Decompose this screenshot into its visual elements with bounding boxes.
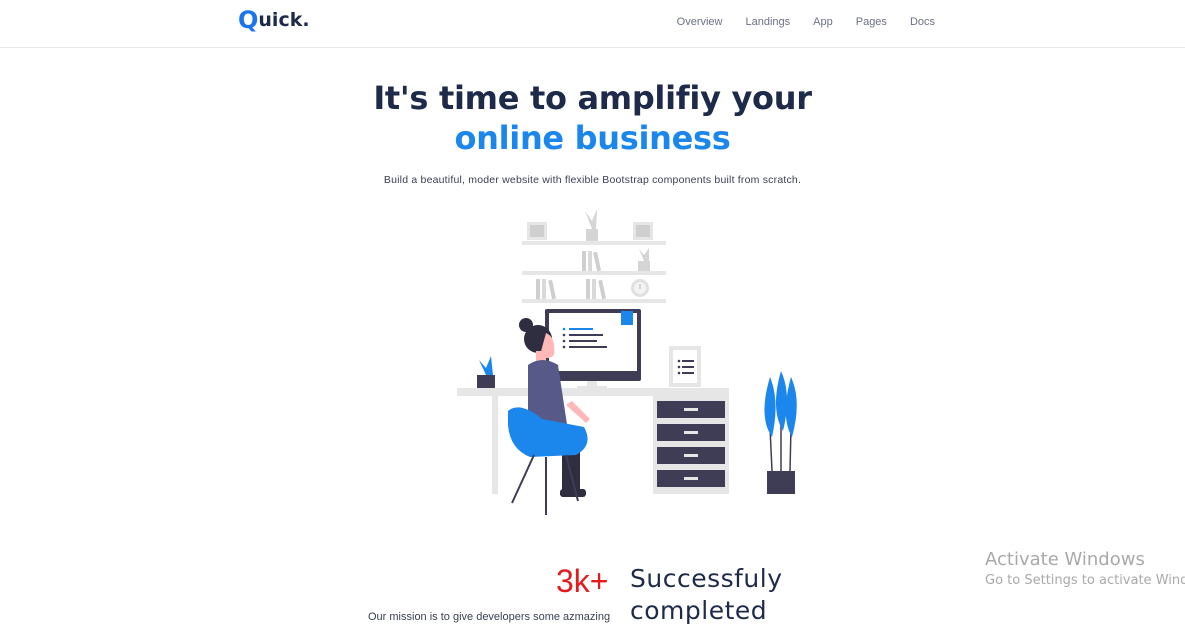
nav-link-overview[interactable]: Overview [677, 16, 723, 28]
nav-link-docs[interactable]: Docs [910, 16, 935, 28]
person-at-desk-illustration [457, 209, 797, 515]
stat-label: Successfuly completed [630, 563, 783, 627]
hero-title-line1: It's time to amplifiy your [373, 79, 812, 117]
activate-windows-subtitle: Go to Settings to activate Windows. [985, 573, 1185, 588]
hero-title-line2: online business [454, 119, 731, 157]
stat-label-line2: completed [630, 596, 768, 625]
nav-link-app[interactable]: App [813, 16, 833, 28]
nav-links: Overview Landings App Pages Docs [654, 16, 935, 28]
logo-mark: Q [238, 6, 259, 34]
stat-number: 3k+ [556, 563, 609, 599]
hero-title: It's time to amplifiy your online busine… [0, 78, 1185, 158]
wall-shelves [522, 209, 666, 303]
logo-text: uick. [258, 9, 310, 31]
top-navbar: Quick. Overview Landings App Pages Docs [0, 0, 1185, 48]
nav-link-landings[interactable]: Landings [746, 16, 791, 28]
clipboard [669, 346, 701, 387]
hero-subtitle: Build a beautiful, moder website with fl… [383, 174, 802, 186]
desk [457, 388, 729, 494]
activate-windows-title: Activate Windows [985, 549, 1145, 570]
brand-logo[interactable]: Quick. [238, 8, 310, 32]
stat-label-line1: Successfuly [630, 564, 783, 593]
mission-text: Our mission is to give developers some a… [368, 611, 611, 623]
nav-link-pages[interactable]: Pages [856, 16, 887, 28]
tall-plant [764, 371, 797, 494]
desk-plant [477, 356, 495, 388]
